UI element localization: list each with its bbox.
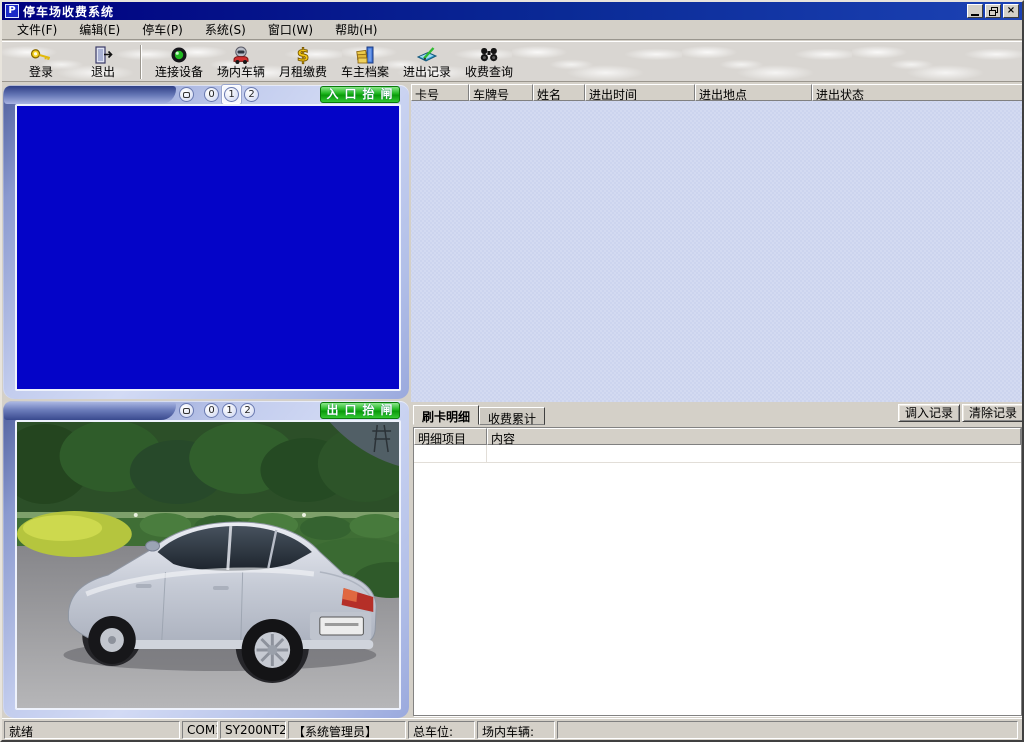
toolbar-label: 月租缴费 [279,66,327,79]
toolbar-label: 退出 [91,66,115,79]
detail-table: 明细项目 内容 [413,427,1022,716]
panel-swoosh-decoration [4,402,176,420]
minimize-button[interactable] [967,4,983,18]
menu-file[interactable]: 文件(F) [6,19,68,41]
menu-system[interactable]: 系统(S) [194,19,257,41]
car-icon [230,44,252,66]
close-icon: × [1007,6,1015,16]
toolbar-vehicles-inside-button[interactable]: 场内车辆 [210,43,272,81]
toolbar-label: 进出记录 [403,66,451,79]
detail-header-row: 明细项目 内容 [414,428,1021,445]
status-ready: 就绪 [4,721,180,739]
camera-1-button[interactable]: 1 [222,403,237,418]
camera-stop-button[interactable] [179,403,194,418]
column-header-status[interactable]: 进出状态 [812,84,1024,101]
entrance-gate-open-button[interactable]: 入口抬闸 [320,86,400,103]
statusbar: 就绪 COM1 SY200NT2 【系统管理员】 总车位: 场内车辆: [2,718,1022,740]
status-device-model: SY200NT2 [220,721,286,739]
toolbar-connect-device-button[interactable]: 连接设备 [148,43,210,81]
exit-camera-panel: 0 1 2 出口抬闸 [3,401,409,718]
camera-stop-button[interactable] [179,87,194,102]
entrance-video-display [15,104,401,391]
column-header-card-no[interactable]: 卡号 [411,84,469,101]
column-header-time[interactable]: 进出时间 [585,84,695,101]
key-icon [30,44,52,66]
status-vehicles-inside: 场内车辆: [477,721,555,739]
camera-1-button[interactable]: 1 [224,87,239,102]
toolbar-fee-query-button[interactable]: 收费查询 [458,43,520,81]
status-spare [557,721,1018,739]
toolbar-label: 场内车辆 [217,66,265,79]
toolbar-label: 登录 [29,66,53,79]
entrance-camera-buttons: 0 1 2 [179,85,259,104]
camera-2-button[interactable]: 2 [240,403,255,418]
app-icon: P [5,4,19,18]
notepad-pen-icon [416,44,438,66]
exit-camera-buttons: 0 1 2 [179,401,255,420]
detail-section: 刷卡明细 收费累计 调入记录 清除记录 明细项目 内容 [410,402,1024,720]
menu-edit[interactable]: 编辑(E) [68,19,131,41]
device-led-icon [168,44,190,66]
column-header-location[interactable]: 进出地点 [695,84,812,101]
toolbar-owner-files-button[interactable]: 车主档案 [334,43,396,81]
exit-video-display [15,420,401,710]
stop-icon [183,408,190,414]
status-com-port: COM1 [182,721,218,739]
close-button[interactable]: × [1003,4,1019,18]
restore-button[interactable] [985,4,1001,18]
toolbar-label: 车主档案 [341,66,389,79]
minimize-icon [971,14,979,16]
toolbar-label: 连接设备 [155,66,203,79]
app-window: P 停车场收费系统 × 文件(F) 编辑(E) 停车(P) 系统(S) 窗口(W… [0,0,1024,742]
tab-fee-summary[interactable]: 收费累计 [479,407,545,425]
status-total-spaces: 总车位: [408,721,475,739]
camera-0-button[interactable]: 0 [204,87,219,102]
camera-1-selected[interactable]: 1 [222,85,241,104]
menu-window[interactable]: 窗口(W) [257,19,324,41]
menu-parking[interactable]: 停车(P) [131,19,194,41]
clear-records-button[interactable]: 清除记录 [962,404,1024,422]
exit-camera-header: 0 1 2 出口抬闸 [3,401,409,420]
stop-icon [183,92,190,98]
column-header-plate-no[interactable]: 车牌号 [469,84,533,101]
binoculars-icon [478,44,500,66]
tab-card-detail[interactable]: 刷卡明细 [413,405,479,425]
titlebar[interactable]: P 停车场收费系统 × [2,2,1022,20]
detail-empty-row[interactable] [414,445,1021,463]
entrance-camera-header: 0 1 2 入口抬闸 [3,85,409,104]
dollar-icon: $ [292,44,314,66]
owner-files-icon [354,44,376,66]
records-table-body[interactable] [411,101,1024,402]
toolbar: 登录 退出 连接设备 场内车辆 $ 月租缴费 [2,41,1022,82]
svg-text:$: $ [297,45,310,65]
entrance-camera-panel: 0 1 2 入口抬闸 [3,85,409,399]
detail-tabs: 刷卡明细 收费累计 [413,405,545,425]
records-header-row: 卡号 车牌号 姓名 进出时间 进出地点 进出状态 [411,84,1024,101]
status-operator: 【系统管理员】 [288,721,406,739]
car-photo [17,422,399,708]
window-title: 停车场收费系统 [23,3,965,20]
column-header-content[interactable]: 内容 [487,428,1021,445]
toolbar-separator [140,45,142,79]
restore-icon [989,7,998,16]
exit-door-icon [92,44,114,66]
toolbar-monthly-fee-button[interactable]: $ 月租缴费 [272,43,334,81]
camera-0-button[interactable]: 0 [204,403,219,418]
toolbar-login-button[interactable]: 登录 [10,43,72,81]
column-header-name[interactable]: 姓名 [533,84,585,101]
column-header-item[interactable]: 明细项目 [414,428,487,445]
toolbar-exit-button[interactable]: 退出 [72,43,134,81]
inout-records-table: 卡号 车牌号 姓名 进出时间 进出地点 进出状态 [411,84,1024,402]
camera-2-button[interactable]: 2 [244,87,259,102]
toolbar-label: 收费查询 [465,66,513,79]
toolbar-inout-records-button[interactable]: 进出记录 [396,43,458,81]
menu-help[interactable]: 帮助(H) [324,19,388,41]
exit-gate-open-button[interactable]: 出口抬闸 [320,402,400,419]
panel-swoosh-decoration [4,86,176,104]
menubar: 文件(F) 编辑(E) 停车(P) 系统(S) 窗口(W) 帮助(H) [2,20,1022,40]
load-records-button[interactable]: 调入记录 [898,404,960,422]
